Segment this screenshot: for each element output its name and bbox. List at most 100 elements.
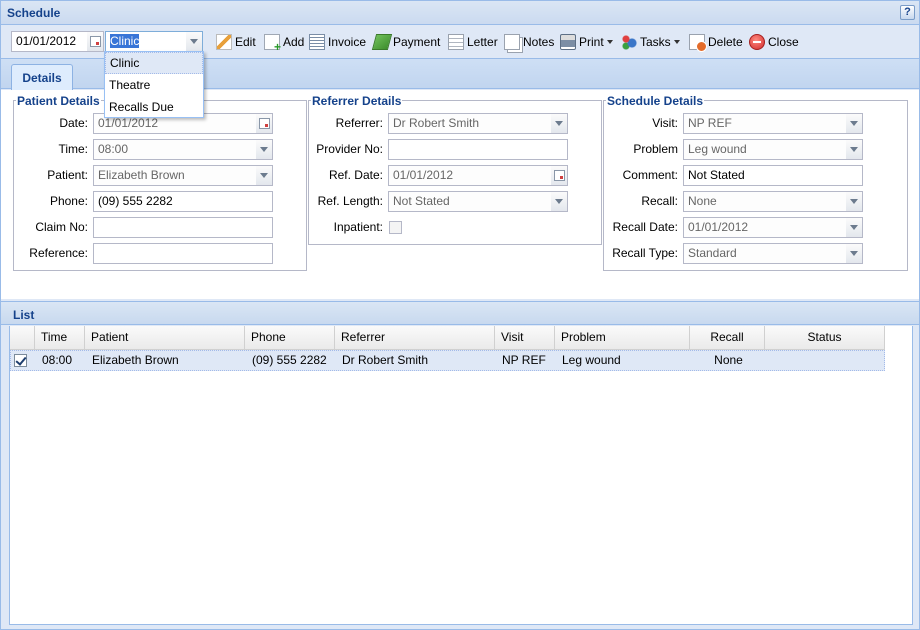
problem-trigger[interactable] — [846, 139, 863, 160]
dropdown-option-clinic[interactable]: Clinic — [105, 52, 203, 74]
patient-input[interactable]: Elizabeth Brown — [93, 165, 257, 186]
letter-button[interactable]: Letter — [448, 32, 498, 52]
reference-input[interactable] — [93, 243, 273, 264]
invoice-button-label: Invoice — [328, 35, 367, 49]
schedule-date-input[interactable]: 01/01/2012 — [11, 31, 88, 52]
view-select-value: Clinic — [110, 34, 140, 48]
recall-trigger[interactable] — [846, 191, 863, 212]
ref-date-input[interactable]: 01/01/2012 — [388, 165, 552, 186]
claim-no-label: Claim No: — [35, 220, 88, 234]
time-input[interactable]: 08:00 — [93, 139, 257, 160]
grid-header: Time Patient Phone Referrer Visit Proble… — [10, 326, 885, 350]
dropdown-caret-icon — [673, 40, 680, 44]
column-header-time[interactable]: Time — [35, 326, 85, 350]
recall-date-input[interactable]: 01/01/2012 — [683, 217, 847, 238]
row-time: 08:00 — [42, 353, 73, 367]
chevron-down-icon — [555, 121, 563, 126]
calendar-icon — [259, 118, 270, 129]
details-panel: Patient Details Date: 01/01/2012 Time: 0… — [1, 90, 919, 299]
print-button[interactable]: Print — [560, 32, 613, 52]
invoice-button[interactable]: Invoice — [309, 32, 366, 52]
column-header-patient[interactable]: Patient — [85, 326, 245, 350]
recall-input[interactable]: None — [683, 191, 847, 212]
ref-length-input[interactable]: Not Stated — [388, 191, 552, 212]
inpatient-checkbox[interactable] — [389, 221, 402, 234]
ref-date-trigger[interactable] — [551, 165, 568, 186]
comment-input[interactable]: Not Stated — [683, 165, 863, 186]
list-title: List — [13, 308, 35, 322]
time-label: Time: — [58, 142, 88, 156]
chevron-down-icon — [850, 225, 858, 230]
column-header-referrer[interactable]: Referrer — [335, 326, 495, 350]
add-button[interactable]: Add — [264, 32, 304, 54]
notes-button-label: Notes — [523, 35, 555, 49]
column-header-status[interactable]: Status — [765, 326, 885, 350]
close-button-label: Close — [768, 35, 799, 49]
table-row[interactable]: 08:00 Elizabeth Brown (09) 555 2282 Dr R… — [10, 350, 885, 371]
provider-no-label: Provider No: — [316, 142, 383, 156]
chevron-down-icon — [850, 251, 858, 256]
tasks-button-label: Tasks — [640, 35, 671, 49]
edit-button[interactable]: Edit — [216, 32, 256, 52]
date-label: Date: — [59, 116, 88, 130]
row-patient: Elizabeth Brown — [92, 353, 179, 367]
dropdown-option-theatre[interactable]: Theatre — [105, 74, 203, 96]
date-picker-trigger[interactable] — [87, 31, 104, 52]
add-document-icon — [264, 34, 281, 54]
reference-label: Reference: — [29, 246, 88, 260]
list-panel-header: List — [1, 301, 919, 325]
payment-button[interactable]: Payment — [371, 32, 441, 52]
payment-button-label: Payment — [393, 35, 441, 49]
recall-date-label: Recall Date: — [612, 220, 678, 234]
delete-button[interactable]: Delete — [689, 32, 743, 52]
problem-input[interactable]: Leg wound — [683, 139, 847, 160]
patient-date-trigger[interactable] — [256, 113, 273, 134]
close-button[interactable]: Close — [749, 32, 799, 52]
visit-input[interactable]: NP REF — [683, 113, 847, 134]
chevron-down-icon — [555, 199, 563, 204]
row-problem: Leg wound — [562, 353, 621, 367]
tab-details[interactable]: Details — [11, 64, 73, 90]
referrer-trigger[interactable] — [551, 113, 568, 134]
referrer-details-group: Referrer Details Referrer: Dr Robert Smi… — [308, 95, 602, 245]
recall-date-trigger[interactable] — [846, 217, 863, 238]
referrer-label: Referrer: — [335, 116, 383, 130]
chevron-down-icon — [260, 173, 268, 178]
claim-no-input[interactable] — [93, 217, 273, 238]
close-icon — [749, 34, 765, 50]
notes-button[interactable]: Notes — [504, 32, 554, 52]
visit-trigger[interactable] — [846, 113, 863, 134]
notes-icon — [504, 34, 520, 50]
inpatient-label: Inpatient: — [333, 220, 383, 234]
visit-label: Visit: — [652, 116, 678, 130]
time-trigger[interactable] — [256, 139, 273, 160]
recall-type-trigger[interactable] — [846, 243, 863, 264]
tasks-button[interactable]: Tasks — [621, 32, 680, 52]
recall-type-input[interactable]: Standard — [683, 243, 847, 264]
ref-length-label: Ref. Length: — [317, 194, 383, 208]
row-referrer: Dr Robert Smith — [342, 353, 429, 367]
column-header-recall[interactable]: Recall — [690, 326, 765, 350]
row-checkbox[interactable] — [14, 354, 27, 367]
schedule-grid: Time Patient Phone Referrer Visit Proble… — [9, 326, 913, 625]
ref-length-trigger[interactable] — [551, 191, 568, 212]
window-title: Schedule — [7, 6, 61, 20]
patient-details-group: Patient Details Date: 01/01/2012 Time: 0… — [13, 95, 307, 271]
column-header-phone[interactable]: Phone — [245, 326, 335, 350]
letter-button-label: Letter — [467, 35, 498, 49]
column-header-problem[interactable]: Problem — [555, 326, 690, 350]
view-select-trigger[interactable] — [186, 31, 203, 52]
column-header-visit[interactable]: Visit — [495, 326, 555, 350]
help-button[interactable]: ? — [900, 5, 915, 20]
patient-trigger[interactable] — [256, 165, 273, 186]
referrer-input[interactable]: Dr Robert Smith — [388, 113, 552, 134]
view-select-input[interactable]: Clinic — [105, 31, 187, 52]
column-header-select[interactable] — [10, 326, 35, 350]
printer-icon — [560, 34, 576, 50]
phone-input[interactable]: (09) 555 2282 — [93, 191, 273, 212]
row-recall: None — [714, 353, 743, 367]
comment-label: Comment: — [622, 168, 678, 182]
chevron-down-icon — [190, 39, 198, 44]
provider-no-input[interactable] — [388, 139, 568, 160]
dropdown-option-recalls-due[interactable]: Recalls Due — [105, 96, 203, 118]
